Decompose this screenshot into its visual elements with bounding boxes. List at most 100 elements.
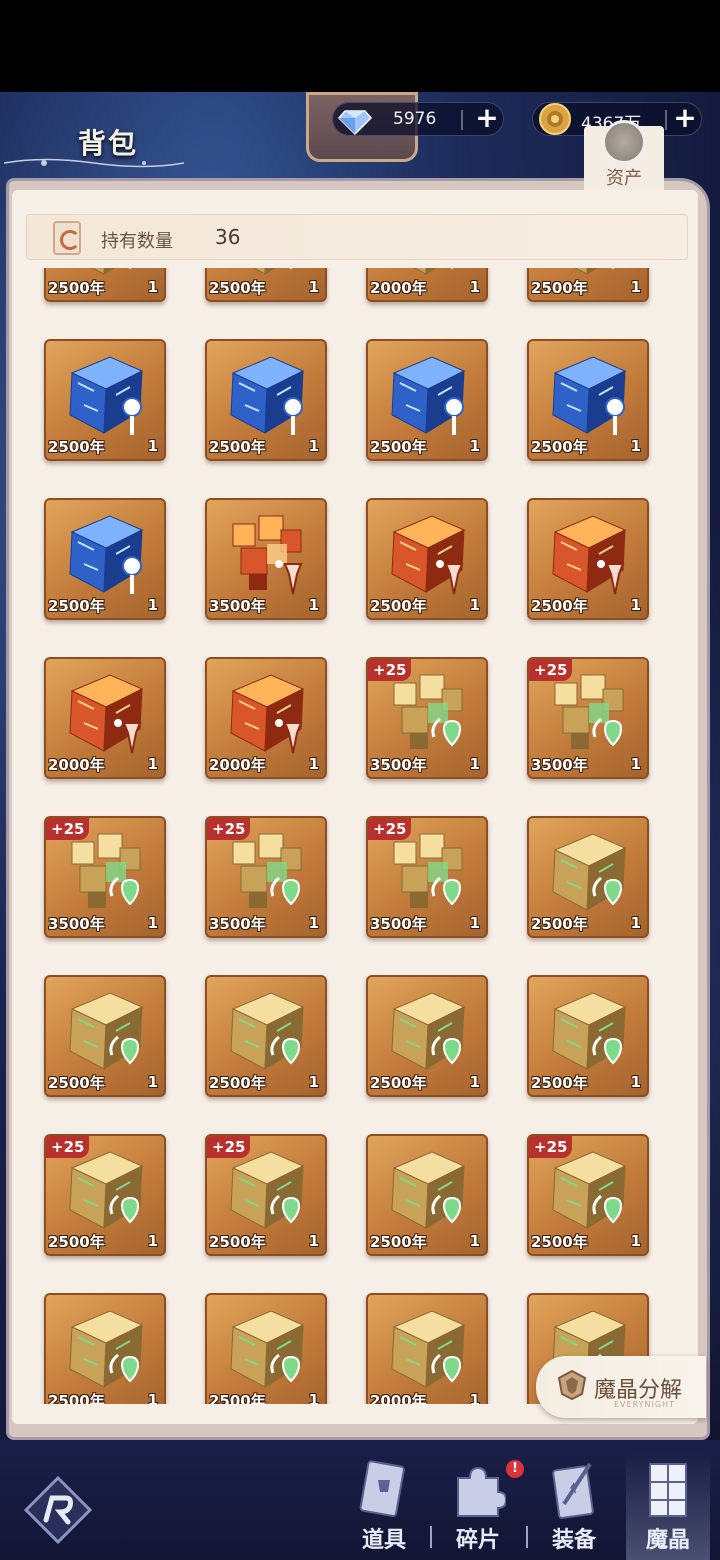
potion-card-icon: [359, 1460, 405, 1517]
item-age-label: 2500年: [48, 1233, 105, 1251]
inventory-item[interactable]: 2500年 1: [527, 816, 649, 938]
inventory-item[interactable]: +25 3500年 1: [205, 816, 327, 938]
nav-divider: [526, 1526, 528, 1548]
item-quantity: 1: [469, 1232, 480, 1250]
item-age-label: 2500年: [48, 438, 105, 456]
item-quantity: 1: [147, 1232, 158, 1250]
inventory-item[interactable]: 2500年 1: [44, 498, 166, 620]
nav-label: 碎片: [455, 1527, 500, 1553]
gold-cube-icon: [230, 992, 305, 1070]
enhance-badge: +25: [46, 1136, 90, 1158]
inventory-item[interactable]: 2500年 1: [44, 1293, 166, 1404]
inventory-item[interactable]: 2500年 1: [527, 339, 649, 461]
item-quantity: 1: [469, 437, 480, 455]
enhance-badge: +25: [46, 818, 90, 840]
divider: [461, 110, 463, 130]
asset-button[interactable]: 资产: [584, 120, 664, 190]
nav-label: 道具: [361, 1527, 406, 1553]
inventory-item[interactable]: +25 3500年 1: [366, 657, 488, 779]
item-quantity: 1: [630, 755, 641, 773]
nav-label: 装备: [551, 1527, 596, 1553]
item-quantity: 1: [308, 278, 319, 296]
inventory-item[interactable]: 2500年 1: [205, 339, 327, 461]
inventory-item[interactable]: 2500年 1: [44, 268, 166, 302]
item-quantity: 1: [147, 1391, 158, 1404]
item-quantity: 1: [147, 437, 158, 455]
inventory-item[interactable]: +25 3500年 1: [527, 657, 649, 779]
item-age-label: 2500年: [370, 438, 427, 456]
blue-cube-icon: [552, 356, 627, 435]
puzzle-icon: [457, 1466, 506, 1517]
decompose-button[interactable]: 魔晶分解 EVERYNIGHT: [536, 1356, 706, 1418]
item-quantity: 1: [147, 596, 158, 614]
nav-item-daoju[interactable]: 道具: [342, 1452, 426, 1560]
inventory-item[interactable]: +25 3500年 1: [44, 816, 166, 938]
inventory-item[interactable]: +25 2500年 1: [44, 1134, 166, 1256]
enhance-badge: +25: [207, 1136, 251, 1158]
inventory-item[interactable]: 2500年 1: [527, 975, 649, 1097]
inventory-item[interactable]: 2500年 1: [44, 339, 166, 461]
inventory-item[interactable]: 2500年 1: [527, 268, 649, 302]
item-age-label: 2500年: [370, 597, 427, 615]
gold-cube-icon: [69, 992, 144, 1070]
nav-label: 魔晶: [645, 1527, 690, 1553]
inventory-item[interactable]: 2000年 1: [205, 657, 327, 779]
inventory-item[interactable]: 2500年 1: [205, 268, 327, 302]
gem-value: 5976: [393, 109, 437, 129]
inventory-item[interactable]: 2000年 1: [44, 657, 166, 779]
red-cube-icon: [391, 515, 466, 595]
enhance-badge: +25: [529, 1136, 573, 1158]
item-quantity: 1: [308, 1391, 319, 1404]
item-age-label: 2000年: [48, 756, 105, 774]
item-age-label: 3500年: [209, 915, 266, 933]
item-quantity: 1: [630, 437, 641, 455]
item-age-label: 2500年: [531, 1074, 588, 1092]
enhance-badge: +25: [368, 659, 412, 681]
diamond-icon: [337, 110, 373, 136]
cube-stack-icon: [649, 1463, 687, 1517]
inventory-item[interactable]: 2500年 1: [527, 498, 649, 620]
item-age-label: 2500年: [209, 1233, 266, 1251]
inventory-item[interactable]: +25 3500年 1: [366, 816, 488, 938]
inventory-item[interactable]: 2500年 1: [366, 498, 488, 620]
r-logo-icon[interactable]: [22, 1474, 94, 1546]
inventory-item[interactable]: 2500年 1: [366, 1134, 488, 1256]
inventory-item[interactable]: 2000年 1: [366, 1293, 488, 1404]
item-quantity: 1: [630, 278, 641, 296]
add-coins-button[interactable]: +: [669, 102, 701, 134]
inventory-item[interactable]: 2500年 1: [205, 975, 327, 1097]
count-label: 持有数量: [101, 231, 173, 252]
inventory-item[interactable]: +25 2500年 1: [205, 1134, 327, 1256]
nav-item-zhuangbei[interactable]: 装备: [532, 1452, 616, 1560]
blue-cube-icon: [69, 356, 144, 435]
item-quantity: 1: [308, 755, 319, 773]
inventory-item[interactable]: 2500年 1: [44, 975, 166, 1097]
red-cube-icon: [230, 674, 305, 754]
inventory-item[interactable]: 3500年 1: [205, 498, 327, 620]
gold-cube-icon: [69, 1310, 144, 1388]
gold-coin-icon: [539, 103, 571, 135]
item-age-label: 2500年: [531, 438, 588, 456]
inventory-item[interactable]: 2000年 1: [366, 268, 488, 302]
item-age-label: 2500年: [531, 915, 588, 933]
gold-cube-icon: [391, 1310, 466, 1388]
add-gems-button[interactable]: +: [471, 102, 503, 134]
enhance-badge: +25: [368, 818, 412, 840]
enhance-badge: +25: [207, 818, 251, 840]
inventory-item[interactable]: 2500年 1: [205, 1293, 327, 1404]
inventory-item[interactable]: 2500年 1: [366, 975, 488, 1097]
item-quantity: 1: [630, 596, 641, 614]
item-age-label: 2500年: [370, 1074, 427, 1092]
divider: [665, 110, 667, 130]
item-age-label: 2500年: [531, 597, 588, 615]
enhance-badge: +25: [529, 659, 573, 681]
decompose-subtitle: EVERYNIGHT: [614, 1400, 675, 1409]
item-age-label: 3500年: [370, 915, 427, 933]
inventory-item[interactable]: +25 2500年 1: [527, 1134, 649, 1256]
item-quantity: 1: [630, 914, 641, 932]
gold-cube-icon: [552, 833, 627, 911]
crystal-shield-icon: [558, 1370, 586, 1400]
nav-item-mojing[interactable]: 魔晶: [626, 1452, 710, 1560]
inventory-item[interactable]: 2500年 1: [366, 339, 488, 461]
item-quantity: 1: [469, 1073, 480, 1091]
